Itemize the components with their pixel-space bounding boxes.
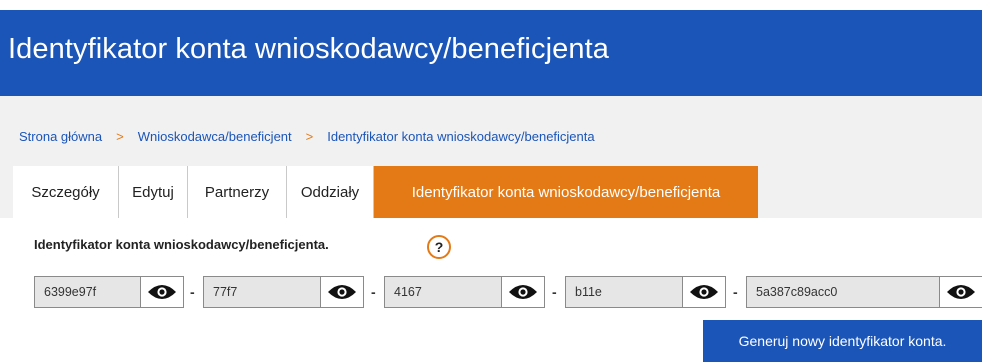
eye-icon[interactable] <box>141 277 183 307</box>
breadcrumb-separator: > <box>116 129 124 144</box>
breadcrumb-home[interactable]: Strona główna <box>19 129 102 144</box>
tab-bar: Szczegóły Edytuj Partnerzy Oddziały Iden… <box>13 166 758 218</box>
eye-icon-graphic <box>328 285 356 299</box>
tab-edit[interactable]: Edytuj <box>119 166 188 218</box>
identifier-field-1: 6399e97f <box>34 276 184 308</box>
eye-icon[interactable] <box>683 277 725 307</box>
identifier-field-4: b11e <box>565 276 726 308</box>
identifier-segment-4[interactable]: b11e <box>566 277 683 307</box>
identifier-field-2: 77f7 <box>203 276 364 308</box>
eye-icon-graphic <box>947 285 975 299</box>
identifier-field-3: 4167 <box>384 276 545 308</box>
identifier-segment-5[interactable]: 5a387c89acc0 <box>747 277 940 307</box>
breadcrumb-separator: > <box>305 129 314 144</box>
eye-icon[interactable] <box>502 277 544 307</box>
segment-separator: - <box>190 284 195 300</box>
segment-separator: - <box>733 284 738 300</box>
tab-branches[interactable]: Oddziały <box>287 166 374 218</box>
page-header: Identyfikator konta wnioskodawcy/benefic… <box>0 10 982 96</box>
identifier-label: Identyfikator konta wnioskodawcy/benefic… <box>34 237 329 252</box>
eye-icon[interactable] <box>321 277 363 307</box>
breadcrumb: Strona główna > Wnioskodawca/beneficjent > I… <box>19 129 595 144</box>
segment-separator: - <box>371 284 376 300</box>
help-icon[interactable]: ? <box>427 235 451 259</box>
identifier-segment-2[interactable]: 77f7 <box>204 277 321 307</box>
breadcrumb-current: Identyfikator konta wnioskodawcy/benefic… <box>327 129 595 144</box>
identifier-segment-1[interactable]: 6399e97f <box>35 277 141 307</box>
eye-icon[interactable] <box>940 277 982 307</box>
generate-identifier-button[interactable]: Generuj nowy identyfikator konta. <box>703 320 982 362</box>
segment-separator: - <box>552 284 557 300</box>
tab-partners[interactable]: Partnerzy <box>188 166 287 218</box>
identifier-field-5: 5a387c89acc0 <box>746 276 982 308</box>
tab-details[interactable]: Szczegóły <box>13 166 119 218</box>
top-band <box>0 0 982 10</box>
breadcrumb-applicant[interactable]: Wnioskodawca/beneficjent <box>138 129 292 144</box>
eye-icon-graphic <box>148 285 176 299</box>
page-title: Identyfikator konta wnioskodawcy/benefic… <box>8 33 609 65</box>
eye-icon-graphic <box>509 285 537 299</box>
tab-account-identifier[interactable]: Identyfikator konta wnioskodawcy/benefic… <box>374 166 758 218</box>
eye-icon-graphic <box>690 285 718 299</box>
identifier-segment-3[interactable]: 4167 <box>385 277 502 307</box>
